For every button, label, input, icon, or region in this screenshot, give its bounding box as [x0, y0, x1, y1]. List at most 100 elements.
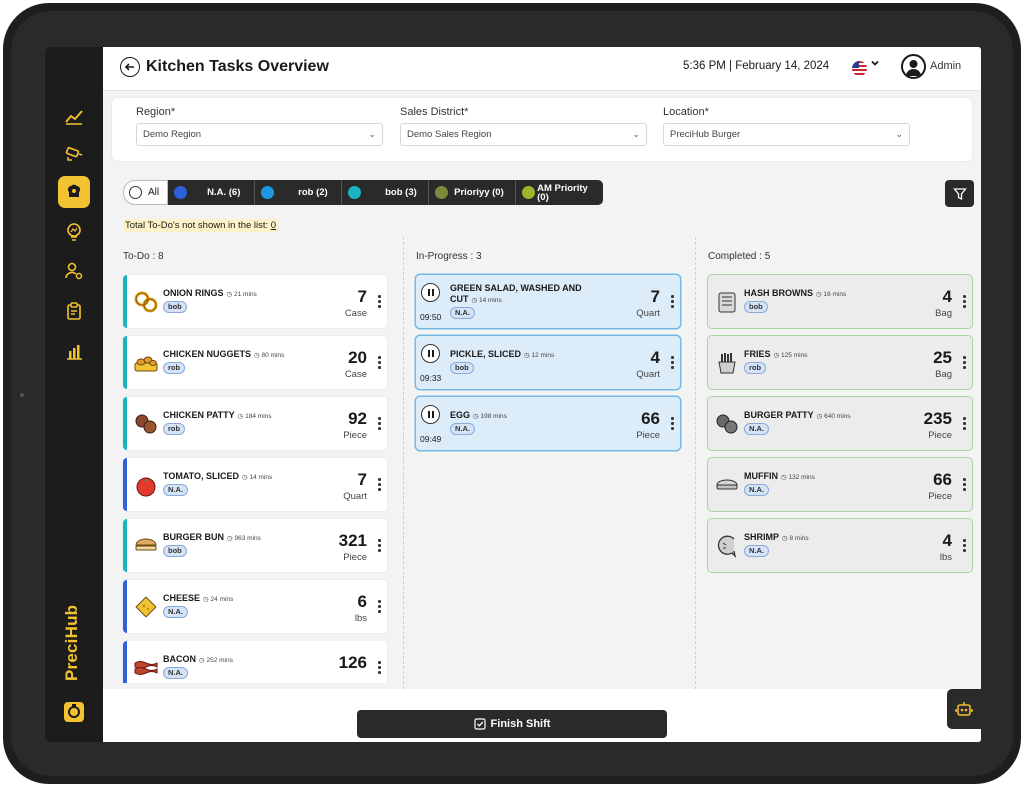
task-card[interactable]: BACON ◷ 252 mins N.A. 126: [123, 641, 387, 683]
avatar[interactable]: [901, 54, 926, 79]
filter-pill-label: N.A. (6): [207, 187, 241, 198]
hidden-todos-count[interactable]: 0: [271, 220, 276, 231]
more-options-icon[interactable]: [378, 600, 382, 615]
filter-pill-all-label: All: [148, 187, 160, 198]
pause-button[interactable]: [421, 283, 440, 302]
filter-pill-label: bob (3): [385, 187, 417, 198]
task-card[interactable]: ONION RINGS ◷ 21 mins bob 7 Case: [123, 275, 387, 328]
task-name: BURGER PATTY ◷ 640 mins: [744, 410, 851, 420]
sidebar-item-kitchen[interactable]: [58, 176, 90, 208]
more-options-icon[interactable]: [963, 478, 967, 493]
task-timer: 09:49: [420, 434, 442, 444]
task-quantity: 7: [357, 287, 367, 306]
task-card[interactable]: CHEESE ◷ 24 mins N.A. 6 lbs: [123, 580, 387, 633]
color-dot-icon: [435, 186, 449, 199]
todo-column-title: To-Do : 8: [123, 251, 164, 262]
language-dropdown[interactable]: [870, 58, 880, 71]
task-board: To-Do : 8 ONION RINGS ◷ 21 mins bob 7 Cas…: [111, 237, 981, 689]
assignee-tag: N.A.: [744, 545, 769, 557]
arrow-left-icon: [124, 63, 134, 71]
sales-district-value: Demo Sales Region: [407, 129, 492, 140]
task-card[interactable]: BURGER BUN ◷ 963 mins bob 321 Piece: [123, 519, 387, 572]
filter-pill-na[interactable]: N.A. (6): [168, 180, 256, 205]
more-options-icon[interactable]: [963, 295, 967, 310]
bulb-chart-icon: [67, 223, 81, 241]
more-options-icon[interactable]: [378, 661, 382, 676]
sidebar-item-camera[interactable]: [58, 137, 90, 169]
filter-pill-bob[interactable]: bob (3): [342, 180, 430, 205]
back-button[interactable]: [120, 57, 140, 77]
chatbot-button[interactable]: [947, 689, 981, 729]
filter-funnel-icon: [952, 187, 967, 200]
burger-patty-icon: [716, 414, 738, 434]
task-card[interactable]: 09:49 EGG ◷ 198 mins N.A. 66 Piece: [416, 397, 680, 450]
task-unit: Case: [344, 369, 367, 380]
more-options-icon[interactable]: [963, 356, 967, 371]
task-card[interactable]: HASH BROWNS ◷ 16 mins bob 4 Bag: [708, 275, 972, 328]
task-quantity: 25: [933, 348, 952, 367]
brand: PreciHub: [59, 605, 89, 728]
more-options-icon[interactable]: [378, 295, 382, 310]
onion-rings-icon: [134, 291, 158, 313]
task-unit: lbs: [939, 552, 952, 563]
location-select[interactable]: PreciHub Burger ⌄: [663, 123, 910, 146]
task-card[interactable]: 09:50 GREEN SALAD, WASHED AND CUT ◷ 14 mi…: [416, 275, 680, 328]
task-card[interactable]: MUFFIN ◷ 132 mins N.A. 66 Piece: [708, 458, 972, 511]
more-options-icon[interactable]: [671, 417, 675, 432]
task-card[interactable]: FRIES ◷ 125 mins rob 25 Bag: [708, 336, 972, 389]
filter-button[interactable]: [945, 180, 974, 207]
more-options-icon[interactable]: [378, 539, 382, 554]
sidebar-item-reports[interactable]: [58, 295, 90, 327]
location-label: Location*: [663, 106, 709, 118]
pause-button[interactable]: [421, 405, 440, 424]
filter-pill-all[interactable]: All: [123, 180, 169, 205]
more-options-icon[interactable]: [378, 417, 382, 432]
task-name: ONION RINGS ◷ 21 mins: [163, 288, 257, 298]
task-quantity: 7: [650, 287, 660, 306]
assignee-tag: N.A.: [744, 484, 769, 496]
user-name: Admin: [930, 60, 962, 72]
pause-button[interactable]: [421, 344, 440, 363]
us-flag-icon[interactable]: [852, 61, 867, 76]
more-options-icon[interactable]: [963, 539, 967, 554]
brand-name-wrap: PreciHub: [59, 581, 89, 681]
sidebar-item-users[interactable]: [58, 255, 90, 287]
in-progress-column: In-Progress : 3 09:50 GREEN SALAD, WASHE…: [403, 237, 693, 689]
task-name: BURGER BUN ◷ 963 mins: [163, 532, 261, 542]
task-card[interactable]: CHICKEN NUGGETS ◷ 80 mins rob 20 Case: [123, 336, 387, 389]
assignee-tag: N.A.: [450, 307, 475, 319]
task-unit: Piece: [636, 430, 660, 441]
sales-district-select[interactable]: Demo Sales Region ⌄: [400, 123, 647, 146]
more-options-icon[interactable]: [671, 295, 675, 310]
sidebar-item-analytics[interactable]: [58, 100, 90, 132]
more-options-icon[interactable]: [378, 478, 382, 493]
sidebar-item-ideas[interactable]: [58, 216, 90, 248]
muffin-icon: [716, 479, 738, 490]
region-value: Demo Region: [143, 129, 202, 140]
filter-pill-am-priority[interactable]: AM Priority (0): [516, 180, 603, 205]
filter-pill-rob[interactable]: rob (2): [255, 180, 343, 205]
more-options-icon[interactable]: [671, 356, 675, 371]
user-icon: [906, 60, 921, 76]
more-options-icon[interactable]: [963, 417, 967, 432]
page-title: Kitchen Tasks Overview: [146, 58, 329, 75]
task-card[interactable]: 09:33 PICKLE, SLICED ◷ 12 mins bob 4 Quar…: [416, 336, 680, 389]
task-quantity: 4: [650, 348, 660, 367]
task-name: MUFFIN ◷ 132 mins: [744, 471, 815, 481]
task-quantity: 66: [641, 409, 660, 428]
burger-bun-icon: [135, 538, 157, 551]
task-card[interactable]: BURGER PATTY ◷ 640 mins N.A. 235 Piece: [708, 397, 972, 450]
task-card[interactable]: CHICKEN PATTY ◷ 184 mins rob 92 Piece: [123, 397, 387, 450]
task-card[interactable]: TOMATO, SLICED ◷ 14 mins N.A. 7 Quart: [123, 458, 387, 511]
chevron-down-icon: [871, 60, 879, 66]
finish-shift-button[interactable]: Finish Shift: [357, 710, 667, 738]
bar-chart-icon: [67, 345, 82, 360]
region-select[interactable]: Demo Region ⌄: [136, 123, 383, 146]
filter-pill-prioriyy[interactable]: Prioriyy (0): [429, 180, 517, 205]
task-quantity: 126: [338, 653, 367, 672]
task-card[interactable]: SHRIMP ◷ 8 mins N.A. 4 lbs: [708, 519, 972, 572]
shrimp-icon: [717, 535, 737, 558]
sidebar-item-statistics[interactable]: [58, 335, 90, 367]
more-options-icon[interactable]: [378, 356, 382, 371]
task-unit: Bag: [935, 308, 952, 319]
